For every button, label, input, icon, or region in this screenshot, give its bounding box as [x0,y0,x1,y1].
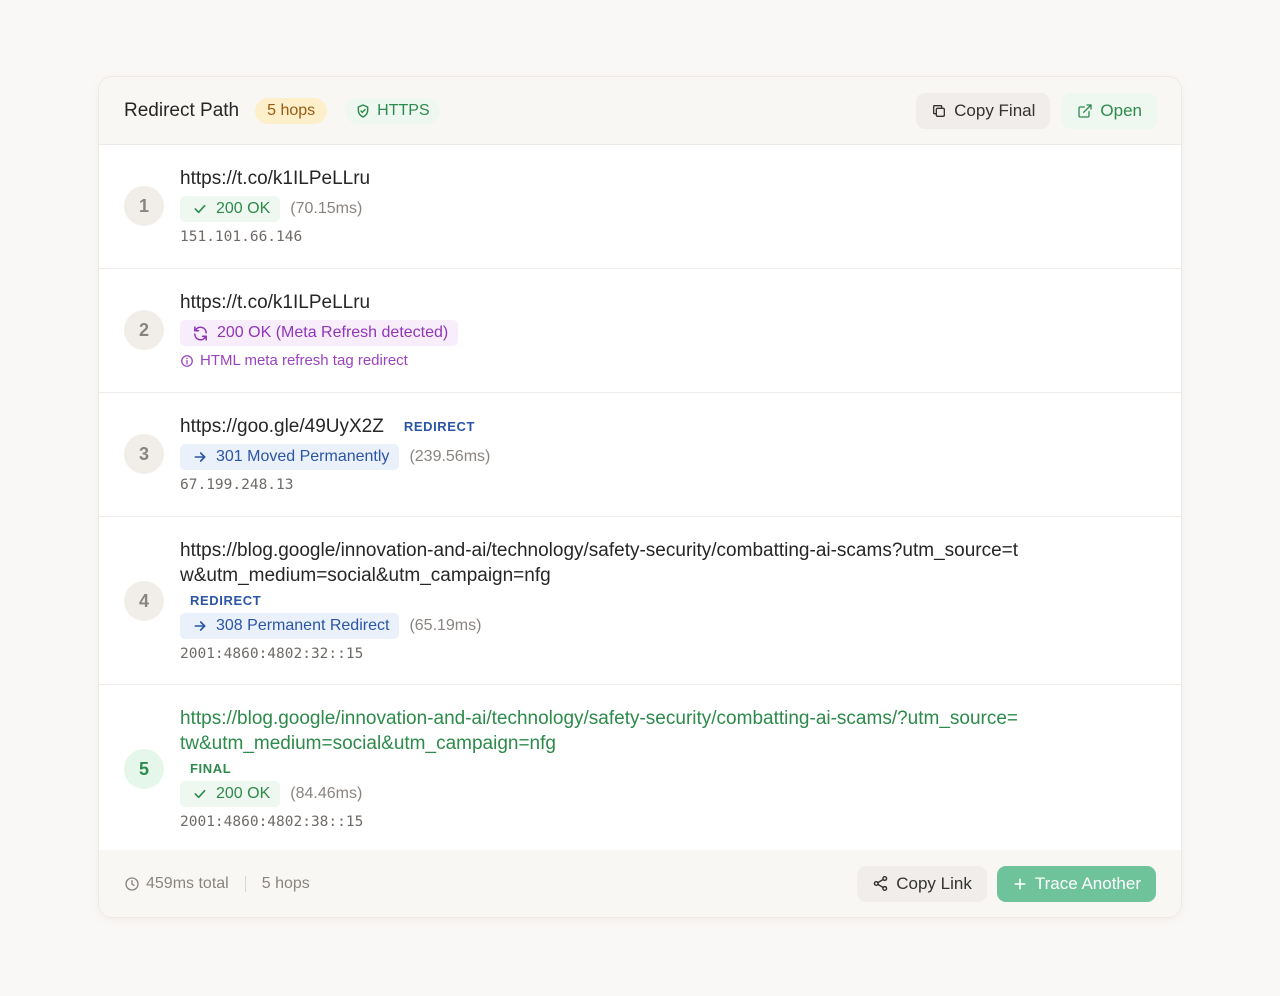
hop-item-2: 2 https://t.co/k1ILPeLLru 200 OK (Meta R… [99,269,1181,393]
total-time: 459ms total [124,875,229,893]
copy-final-button[interactable]: Copy Final [916,92,1051,129]
arrow-right-icon [192,618,208,634]
status-text: 200 OK [216,200,271,217]
final-url[interactable]: https://blog.google/innovation-and-ai/te… [180,706,1181,756]
status-badge: 308 Permanent Redirect [180,613,400,639]
info-icon [180,354,194,368]
status-row: 308 Permanent Redirect (65.19ms) [180,613,1181,639]
hop-number: 1 [124,186,164,226]
status-row: 200 OK (Meta Refresh detected) [180,320,1181,346]
hop-number: 5 [124,749,164,789]
meta-refresh-note: HTML meta refresh tag redirect [180,352,1181,369]
hop-url[interactable]: https://blog.google/innovation-and-ai/te… [180,538,1181,588]
status-text: 308 Permanent Redirect [216,617,390,634]
hop-item-5: 5 https://blog.google/innovation-and-ai/… [99,685,1181,853]
card-footer: 459ms total 5 hops Copy Link Trace Anoth… [99,850,1181,917]
copy-link-button[interactable]: Copy Link [857,865,987,902]
refresh-icon [192,325,209,342]
trace-another-button[interactable]: Trace Another [996,865,1156,902]
clock-icon [124,876,140,892]
share-icon [872,875,889,892]
redirect-tag: REDIRECT [190,593,262,608]
copy-icon [931,103,947,119]
hop-url[interactable]: https://t.co/k1ILPeLLru [180,290,1181,315]
status-row: 200 OK (84.46ms) [180,781,1181,807]
final-tag: FINAL [190,761,232,776]
final-url-line-1: https://blog.google/innovation-and-ai/te… [180,708,1019,729]
plus-icon [1012,876,1028,892]
hops-count-badge: 5 hops [255,97,328,124]
trace-another-label: Trace Another [1034,873,1141,893]
status-badge: 200 OK (Meta Refresh detected) [180,320,459,346]
hop-number: 4 [124,581,164,621]
open-label: Open [1100,100,1142,120]
hop-timing: (84.46ms) [290,785,363,802]
copy-final-label: Copy Final [954,100,1036,120]
hop-item-4: 4 https://blog.google/innovation-and-ai/… [99,517,1181,685]
hop-url[interactable]: https://t.co/k1ILPeLLru [180,166,1181,191]
status-row: 301 Moved Permanently (239.56ms) [180,444,1181,470]
url-row: https://goo.gle/49UyX2Z REDIRECT [180,414,1181,439]
hop-ip: 151.101.66.146 [180,229,303,245]
https-label: HTTPS [377,101,430,119]
redirect-tag: REDIRECT [403,419,476,434]
hop-url-line-2: w&utm_medium=social&utm_campaign=nfg [180,565,551,586]
footer-hops-count: 5 hops [261,874,310,892]
status-badge: 200 OK [180,781,281,807]
note-text: HTML meta refresh tag redirect [200,352,408,369]
status-badge: 200 OK [180,196,281,222]
card-title: Redirect Path [124,99,240,121]
open-button[interactable]: Open [1062,92,1157,129]
check-icon [192,786,208,802]
shield-check-icon [355,103,371,119]
hop-timing: (70.15ms) [290,200,363,217]
status-text: 301 Moved Permanently [216,448,390,465]
hop-item-3: 3 https://goo.gle/49UyX2Z REDIRECT 301 M… [99,393,1181,517]
hop-ip: 67.199.248.13 [180,477,294,493]
hop-number: 2 [124,310,164,350]
status-text: 200 OK (Meta Refresh detected) [217,324,449,341]
hop-url[interactable]: https://goo.gle/49UyX2Z [180,414,384,439]
redirect-path-card: Redirect Path 5 hops HTTPS Copy Final Op… [98,76,1182,918]
status-text: 200 OK [216,785,271,802]
https-badge: HTTPS [345,97,440,124]
footer-divider [244,875,246,892]
hop-item-1: 1 https://t.co/k1ILPeLLru 200 OK (70.15m… [99,145,1181,269]
copy-link-label: Copy Link [896,873,972,893]
status-row: 200 OK (70.15ms) [180,196,1181,222]
hop-timing: (65.19ms) [409,617,482,634]
card-header: Redirect Path 5 hops HTTPS Copy Final Op… [99,77,1181,145]
external-link-icon [1077,103,1093,119]
hop-url-line-1: https://blog.google/innovation-and-ai/te… [180,540,1019,561]
status-badge: 301 Moved Permanently [180,444,400,470]
hop-number: 3 [124,434,164,474]
hop-ip: 2001:4860:4802:32::15 [180,646,364,662]
arrow-right-icon [192,449,208,465]
total-time-text: 459ms total [146,874,229,892]
hop-timing: (239.56ms) [409,448,491,465]
check-icon [192,201,208,217]
final-url-line-2: tw&utm_medium=social&utm_campaign=nfg [180,733,556,754]
hop-ip: 2001:4860:4802:38::15 [180,814,364,830]
